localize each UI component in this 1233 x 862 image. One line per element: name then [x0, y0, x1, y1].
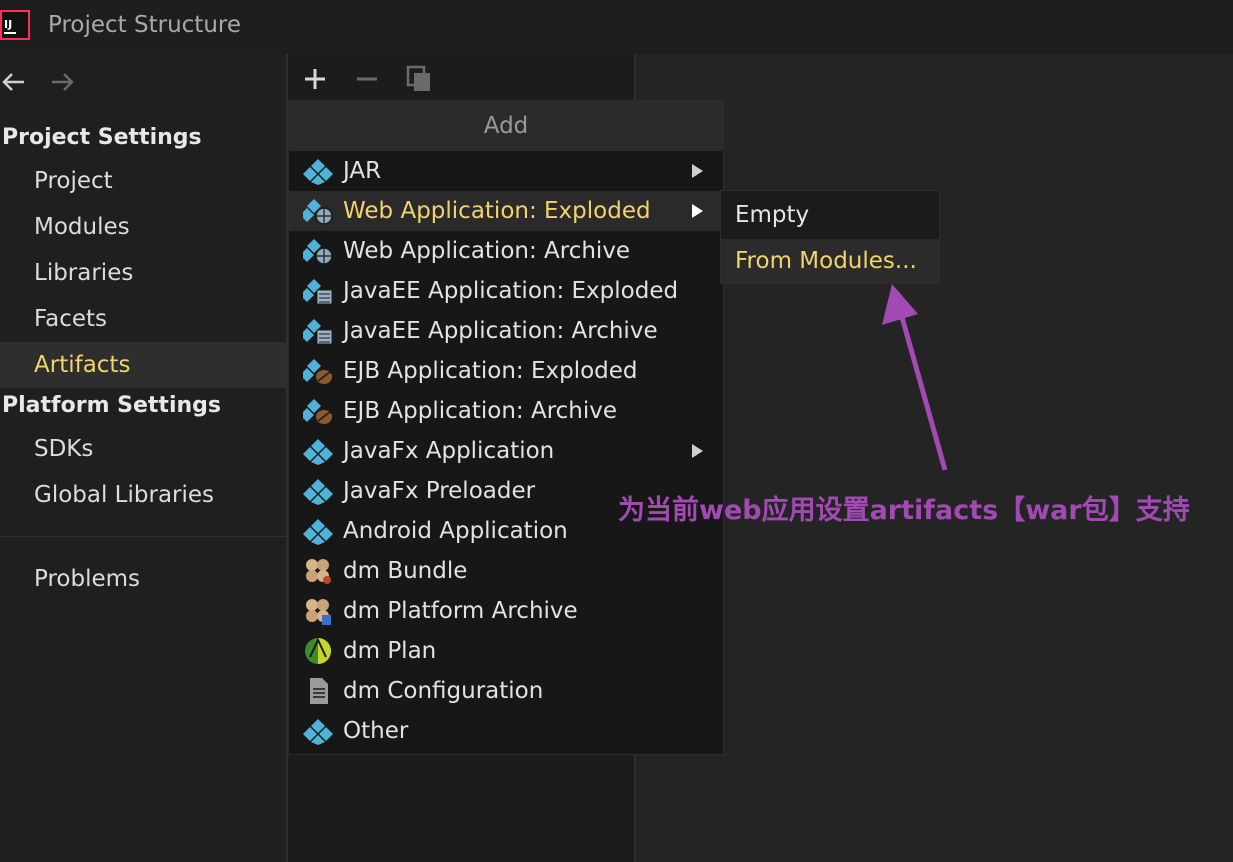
title-bar: IJ Project Structure: [0, 0, 1233, 54]
menu-item-ejb-application-exploded[interactable]: EJB Application: Exploded: [289, 351, 723, 391]
svg-text:IJ: IJ: [4, 18, 12, 31]
menu-item-label: JavaEE Application: Archive: [343, 318, 658, 344]
menu-item-label: EJB Application: Exploded: [343, 358, 638, 384]
menu-item-label: JAR: [343, 158, 382, 184]
menu-item-label: EJB Application: Archive: [343, 398, 618, 424]
sidebar-item-modules[interactable]: Modules: [0, 204, 286, 250]
ejb-bean-icon: [300, 397, 333, 425]
javaee-icon: [300, 277, 333, 305]
sidebar-item-problems[interactable]: Problems: [0, 556, 286, 602]
menu-item-web-application-exploded[interactable]: Web Application: Exploded: [289, 191, 723, 231]
artifact-diamond-icon: [303, 717, 333, 745]
artifact-diamond-icon: [303, 517, 333, 545]
sidebar-item-artifacts[interactable]: Artifacts: [0, 342, 286, 388]
copy-icon[interactable]: [404, 64, 434, 94]
sidebar-item-global-libraries[interactable]: Global Libraries: [0, 472, 286, 518]
menu-item-label: dm Configuration: [343, 678, 544, 704]
add-artifact-popup: Add JAR Web Application: Exploded Web Appl…: [288, 100, 724, 755]
popup-header: Add: [289, 101, 723, 151]
menu-item-javafx-application[interactable]: JavaFx Application: [289, 431, 723, 471]
menu-item-dm-configuration[interactable]: dm Configuration: [289, 671, 723, 711]
annotation-text: 为当前web应用设置artifacts【war包】支持: [618, 495, 1190, 526]
menu-item-dm-bundle[interactable]: dm Bundle: [289, 551, 723, 591]
artifact-diamond-icon: [303, 157, 333, 185]
menu-item-web-application-archive[interactable]: Web Application: Archive: [289, 231, 723, 271]
menu-item-javaee-application-archive[interactable]: JavaEE Application: Archive: [289, 311, 723, 351]
web-globe-icon: [300, 197, 333, 225]
sidebar-item-libraries[interactable]: Libraries: [0, 250, 286, 296]
forward-arrow-icon[interactable]: [48, 68, 76, 96]
sidebar-item-project[interactable]: Project: [0, 158, 286, 204]
menu-item-label: Web Application: Archive: [343, 238, 631, 264]
sidebar-divider: [0, 536, 286, 537]
submenu-arrow-icon: [692, 204, 703, 218]
dm-platform-icon: [303, 597, 333, 625]
ejb-bean-icon: [300, 357, 333, 385]
remove-icon[interactable]: [352, 64, 382, 94]
submenu-item-from-modules[interactable]: From Modules...: [721, 239, 939, 283]
dm-bundle-icon: [303, 557, 333, 585]
web-globe-icon: [300, 237, 333, 265]
dm-config-file-icon: [303, 677, 333, 705]
menu-item-label: Android Application: [343, 518, 568, 544]
window-title: Project Structure: [48, 12, 241, 38]
menu-item-label: dm Platform Archive: [343, 598, 578, 624]
menu-item-dm-plan[interactable]: dm Plan: [289, 631, 723, 671]
submenu-arrow-icon: [692, 164, 703, 178]
menu-item-jar[interactable]: JAR: [289, 151, 723, 191]
artifact-diamond-icon: [303, 477, 333, 505]
sidebar-item-facets[interactable]: Facets: [0, 296, 286, 342]
annotation-arrow-icon: [882, 284, 948, 471]
submenu-item-empty[interactable]: Empty: [721, 193, 939, 237]
menu-item-label: dm Bundle: [343, 558, 468, 584]
menu-item-ejb-application-archive[interactable]: EJB Application: Archive: [289, 391, 723, 431]
dm-plan-icon: [303, 637, 333, 665]
menu-item-label: JavaEE Application: Exploded: [343, 278, 679, 304]
web-exploded-submenu: Empty From Modules...: [720, 190, 940, 284]
menu-item-label: JavaFx Application: [343, 438, 555, 464]
artifact-diamond-icon: [303, 437, 333, 465]
submenu-arrow-icon: [692, 444, 703, 458]
intellij-logo-icon: IJ: [0, 10, 30, 40]
platform-settings-header: Platform Settings: [2, 393, 221, 418]
menu-item-label: Other: [343, 718, 409, 744]
menu-item-dm-platform-archive[interactable]: dm Platform Archive: [289, 591, 723, 631]
menu-item-label: Web Application: Exploded: [343, 198, 651, 224]
menu-item-label: JavaFx Preloader: [343, 478, 536, 504]
add-icon[interactable]: [300, 64, 330, 94]
sidebar-item-sdks[interactable]: SDKs: [0, 426, 286, 472]
menu-item-other[interactable]: Other: [289, 711, 723, 751]
menu-item-label: dm Plan: [343, 638, 437, 664]
menu-item-javaee-application-exploded[interactable]: JavaEE Application: Exploded: [289, 271, 723, 311]
back-arrow-icon[interactable]: [0, 68, 28, 96]
project-settings-header: Project Settings: [2, 125, 202, 150]
javaee-icon: [300, 317, 333, 345]
